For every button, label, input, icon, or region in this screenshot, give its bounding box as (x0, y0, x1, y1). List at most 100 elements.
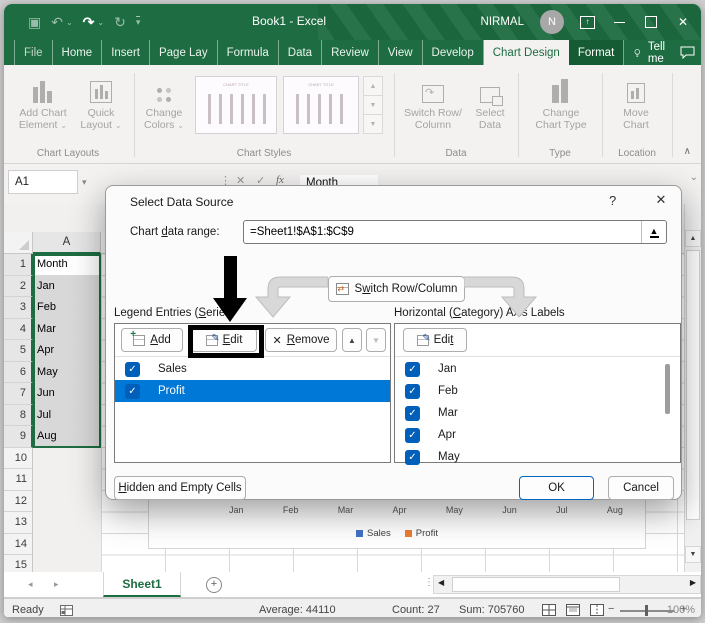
avatar[interactable]: N (540, 10, 564, 34)
save-icon[interactable]: ▣ (28, 14, 41, 31)
formula-bar-expand-icon[interactable]: ⌄ (690, 172, 698, 183)
tab-data[interactable]: Data (279, 40, 322, 65)
cell-a9[interactable]: Aug (33, 426, 101, 448)
page-layout-view-icon[interactable] (566, 604, 580, 616)
horizontal-scrollbar-thumb[interactable] (452, 577, 620, 592)
row-header[interactable]: 3 (4, 297, 33, 319)
chart-style-thumbnail-1[interactable]: CHART TITLE (195, 76, 277, 134)
quick-layout-button[interactable]: Quick Layout ⌄ (74, 73, 128, 132)
checkbox-checked-icon[interactable]: ✓ (405, 362, 420, 377)
select-data-button[interactable]: Select Data (466, 73, 514, 131)
checkbox-checked-icon[interactable]: ✓ (405, 384, 420, 399)
tab-view[interactable]: View (379, 40, 423, 65)
change-chart-type-button[interactable]: Change Chart Type (528, 73, 594, 131)
repeat-icon[interactable]: ↻ (114, 14, 126, 31)
next-sheet-icon[interactable]: ▸ (54, 579, 59, 590)
row-header[interactable]: 13 (4, 512, 33, 534)
tab-file[interactable]: File (14, 40, 53, 65)
move-chart-button[interactable]: Move Chart (610, 73, 662, 131)
sheet-tab-sheet1[interactable]: Sheet1 (103, 572, 181, 597)
ribbon-display-options-icon[interactable]: ↑ (580, 16, 595, 29)
page-break-view-icon[interactable] (590, 604, 604, 616)
close-button[interactable]: ✕ (675, 14, 691, 30)
tab-page-layout[interactable]: Page Lay (150, 40, 218, 65)
name-box-chevron-icon[interactable]: ▾ (82, 177, 87, 188)
checkbox-checked-icon[interactable]: ✓ (405, 428, 420, 443)
zoom-slider-handle[interactable] (645, 605, 648, 616)
move-series-up-button[interactable]: ▲ (342, 328, 362, 352)
series-item-sales[interactable]: ✓ Sales (115, 358, 390, 380)
checkbox-checked-icon[interactable]: ✓ (405, 450, 420, 465)
checkbox-checked-icon[interactable]: ✓ (125, 384, 140, 399)
row-header[interactable]: 11 (4, 469, 33, 491)
tab-develop[interactable]: Develop (423, 40, 484, 65)
status-sum[interactable]: Sum: 705760 (459, 604, 524, 616)
row-header[interactable]: 7 (4, 383, 33, 405)
prev-sheet-icon[interactable]: ◂ (28, 579, 33, 590)
axis-item-mar[interactable]: ✓Mar (395, 402, 680, 424)
cell-a2[interactable]: Jan (33, 276, 101, 298)
cell-a3[interactable]: Feb (33, 297, 101, 319)
chart-data-range-value[interactable]: =Sheet1!$A$1:$C$9 (244, 226, 641, 238)
move-series-down-button[interactable]: ▼ (366, 328, 386, 352)
dialog-help-button[interactable]: ? (609, 193, 616, 208)
row-header[interactable]: 10 (4, 448, 33, 470)
row-header[interactable]: 8 (4, 405, 33, 427)
scroll-left-icon[interactable]: ◀ (438, 578, 444, 587)
zoom-out-icon[interactable]: − (608, 603, 614, 615)
scroll-right-icon[interactable]: ▶ (690, 578, 696, 587)
switch-row-column-button[interactable]: ↷ Switch Row/ Column (402, 73, 464, 131)
select-all-corner[interactable] (4, 232, 33, 254)
cell-a1[interactable]: Month (33, 254, 101, 276)
range-picker-icon[interactable]: ▲ (641, 221, 666, 243)
tell-me[interactable]: Tell me (624, 40, 679, 65)
row-header[interactable]: 9 (4, 426, 33, 448)
listbox-scrollbar-thumb[interactable] (665, 364, 670, 414)
minimize-button[interactable] (611, 14, 627, 30)
gallery-down-icon[interactable]: ▼ (363, 95, 383, 115)
horizontal-scrollbar[interactable]: ◀ ▶ (433, 575, 701, 594)
tab-review[interactable]: Review (322, 40, 379, 65)
hidden-empty-cells-button[interactable]: Hidden and Empty Cells (114, 476, 246, 500)
cell-a8[interactable]: Jul (33, 405, 101, 427)
cell-a4[interactable]: Mar (33, 319, 101, 341)
axis-item-jan[interactable]: ✓Jan (395, 358, 680, 380)
tab-format[interactable]: Format (569, 40, 624, 65)
cell-a7[interactable]: Jun (33, 383, 101, 405)
checkbox-checked-icon[interactable]: ✓ (125, 362, 140, 377)
gallery-more-icon[interactable]: ▼ (363, 114, 383, 134)
tab-home[interactable]: Home (53, 40, 103, 65)
column-header-a[interactable]: A (33, 232, 101, 254)
row-header[interactable]: 14 (4, 534, 33, 556)
zoom-percent[interactable]: 100% (667, 604, 695, 616)
tab-chart-design[interactable]: Chart Design (484, 40, 569, 65)
scroll-down-icon[interactable]: ▼ (685, 546, 701, 563)
row-header[interactable]: 4 (4, 319, 33, 341)
normal-view-icon[interactable] (542, 604, 556, 616)
row-header[interactable]: 12 (4, 491, 33, 513)
row-header[interactable]: 1 (4, 254, 33, 276)
qat-customize-icon[interactable]: ▾ (136, 16, 141, 28)
undo-icon[interactable]: ↶ (51, 14, 63, 31)
switch-row-column-dialog-button[interactable]: Switch Row/Column (328, 276, 465, 302)
row-header[interactable]: 6 (4, 362, 33, 384)
new-sheet-icon[interactable]: + (206, 577, 222, 593)
dialog-close-button[interactable]: ✕ (650, 192, 672, 208)
gallery-up-icon[interactable]: ▲ (363, 76, 383, 96)
scroll-up-icon[interactable]: ▲ (685, 230, 701, 247)
vertical-scrollbar-thumb[interactable] (686, 250, 700, 520)
redo-chevron-icon[interactable]: ⌄ (97, 18, 104, 27)
tab-insert[interactable]: Insert (102, 40, 150, 65)
undo-chevron-icon[interactable]: ⌄ (66, 18, 73, 27)
add-series-button[interactable]: Add (121, 328, 183, 352)
ok-button[interactable]: OK (519, 476, 594, 500)
row-header[interactable]: 2 (4, 276, 33, 298)
comments-icon[interactable] (680, 40, 695, 65)
tab-formula[interactable]: Formula (218, 40, 279, 65)
axis-item-apr[interactable]: ✓Apr (395, 424, 680, 446)
chart-style-thumbnail-2[interactable]: CHART TITLE (283, 76, 359, 134)
add-chart-element-button[interactable]: Add Chart Element ⌄ (14, 73, 72, 132)
user-name[interactable]: NIRMAL (481, 16, 524, 28)
cell-a5[interactable]: Apr (33, 340, 101, 362)
change-colors-button[interactable]: Change Colors ⌄ (138, 73, 190, 132)
